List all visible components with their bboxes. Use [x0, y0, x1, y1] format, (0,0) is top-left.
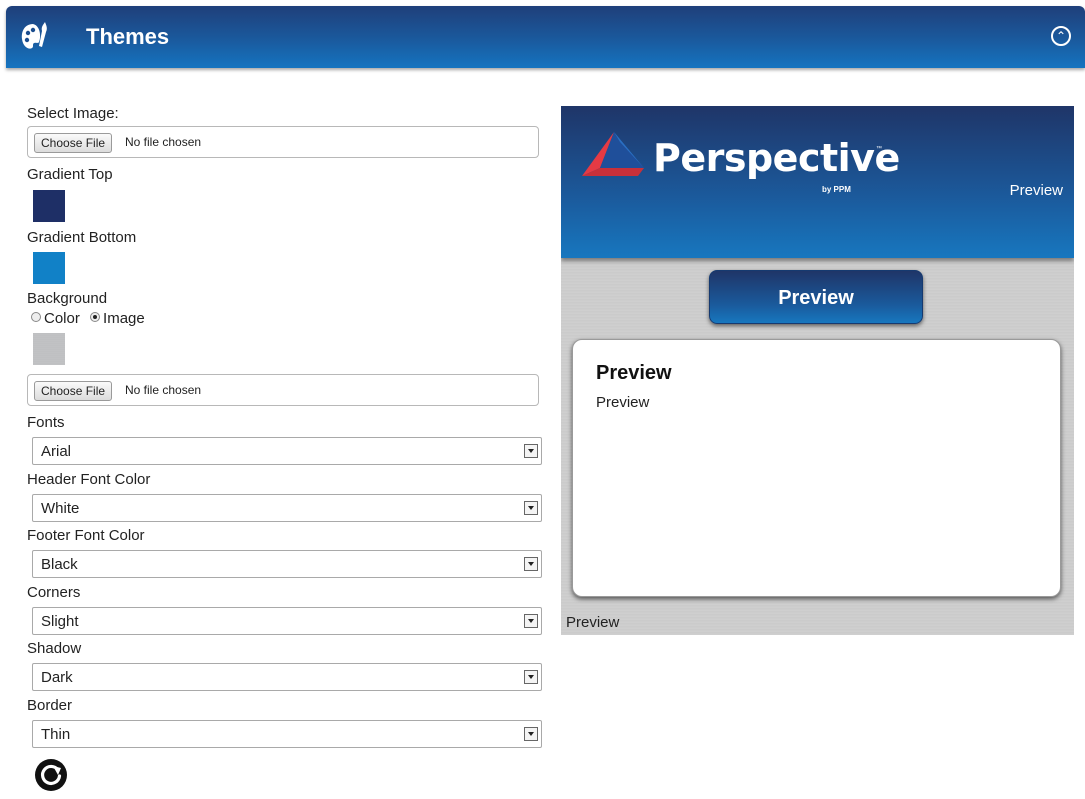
dropdown-arrow-icon[interactable]: [524, 614, 538, 628]
shadow-select[interactable]: Dark: [32, 663, 542, 691]
corners-label: Corners: [27, 584, 81, 601]
choose-file-button[interactable]: Choose File: [34, 381, 113, 401]
background-label: Background: [27, 290, 108, 307]
themes-header-bar: Themes ⌃: [6, 6, 1085, 68]
gradient-bottom-label: Gradient Bottom: [27, 229, 137, 246]
file-status: No file chosen: [125, 135, 202, 149]
fonts-select-value: Arial: [41, 443, 72, 460]
gradient-top-label: Gradient Top: [27, 166, 113, 183]
dropdown-arrow-icon[interactable]: [524, 727, 538, 741]
chevron-up-circle-icon[interactable]: ⌃: [1051, 26, 1071, 46]
page-title: Themes: [86, 24, 170, 49]
preview-brand-subtitle: by PPM: [822, 185, 851, 194]
footer-font-color-select[interactable]: Black: [32, 550, 542, 578]
corners-select-value: Slight: [41, 613, 79, 630]
fonts-label: Fonts: [27, 414, 65, 431]
header-font-color-select[interactable]: White: [32, 494, 542, 522]
preview-footer-label: Preview: [566, 614, 620, 631]
choose-file-button[interactable]: Choose File: [34, 133, 113, 153]
dropdown-arrow-icon[interactable]: [524, 670, 538, 684]
file-status: No file chosen: [125, 383, 202, 397]
perspective-logo-icon: [582, 132, 644, 176]
dropdown-arrow-icon[interactable]: [524, 501, 538, 515]
border-label: Border: [27, 697, 73, 714]
preview-button[interactable]: Preview: [709, 270, 923, 324]
background-image-option-label: Image: [103, 309, 145, 327]
background-image-swatch[interactable]: [33, 333, 65, 365]
background-color-option-label: Color: [44, 309, 80, 327]
preview-card-body: Preview: [596, 394, 650, 411]
preview-card-title: Preview: [596, 362, 672, 384]
preview-brand-name: Perspective: [653, 136, 900, 180]
preview-header: Perspective ™ by PPM Preview: [561, 106, 1074, 258]
background-color-radio[interactable]: [31, 312, 41, 323]
background-type-radio-group: Color Image: [31, 309, 145, 327]
shadow-label: Shadow: [27, 640, 82, 657]
dropdown-arrow-icon[interactable]: [524, 444, 538, 458]
gradient-top-swatch[interactable]: [33, 190, 65, 222]
preview-brand-trademark: ™: [876, 146, 882, 152]
image-file-input[interactable]: Choose File No file chosen: [27, 126, 539, 158]
select-image-label: Select Image:: [27, 105, 119, 122]
corners-select[interactable]: Slight: [32, 607, 542, 635]
border-select[interactable]: Thin: [32, 720, 542, 748]
fonts-select[interactable]: Arial: [32, 437, 542, 465]
preview-card: Preview Preview: [572, 339, 1061, 597]
paint-palette-icon: [21, 22, 47, 49]
header-font-color-label: Header Font Color: [27, 471, 151, 488]
shadow-select-value: Dark: [41, 669, 73, 686]
refresh-icon[interactable]: [33, 757, 69, 793]
footer-font-color-value: Black: [41, 556, 78, 573]
background-file-input[interactable]: Choose File No file chosen: [27, 374, 539, 406]
header-font-color-value: White: [41, 500, 80, 517]
footer-font-color-label: Footer Font Color: [27, 527, 145, 544]
background-image-radio[interactable]: [90, 312, 101, 323]
gradient-bottom-swatch[interactable]: [33, 252, 65, 284]
dropdown-arrow-icon[interactable]: [524, 557, 538, 571]
theme-preview-panel: Perspective ™ by PPM Preview Preview Pre…: [561, 106, 1074, 635]
border-select-value: Thin: [41, 726, 71, 743]
preview-header-label: Preview: [1009, 182, 1063, 199]
